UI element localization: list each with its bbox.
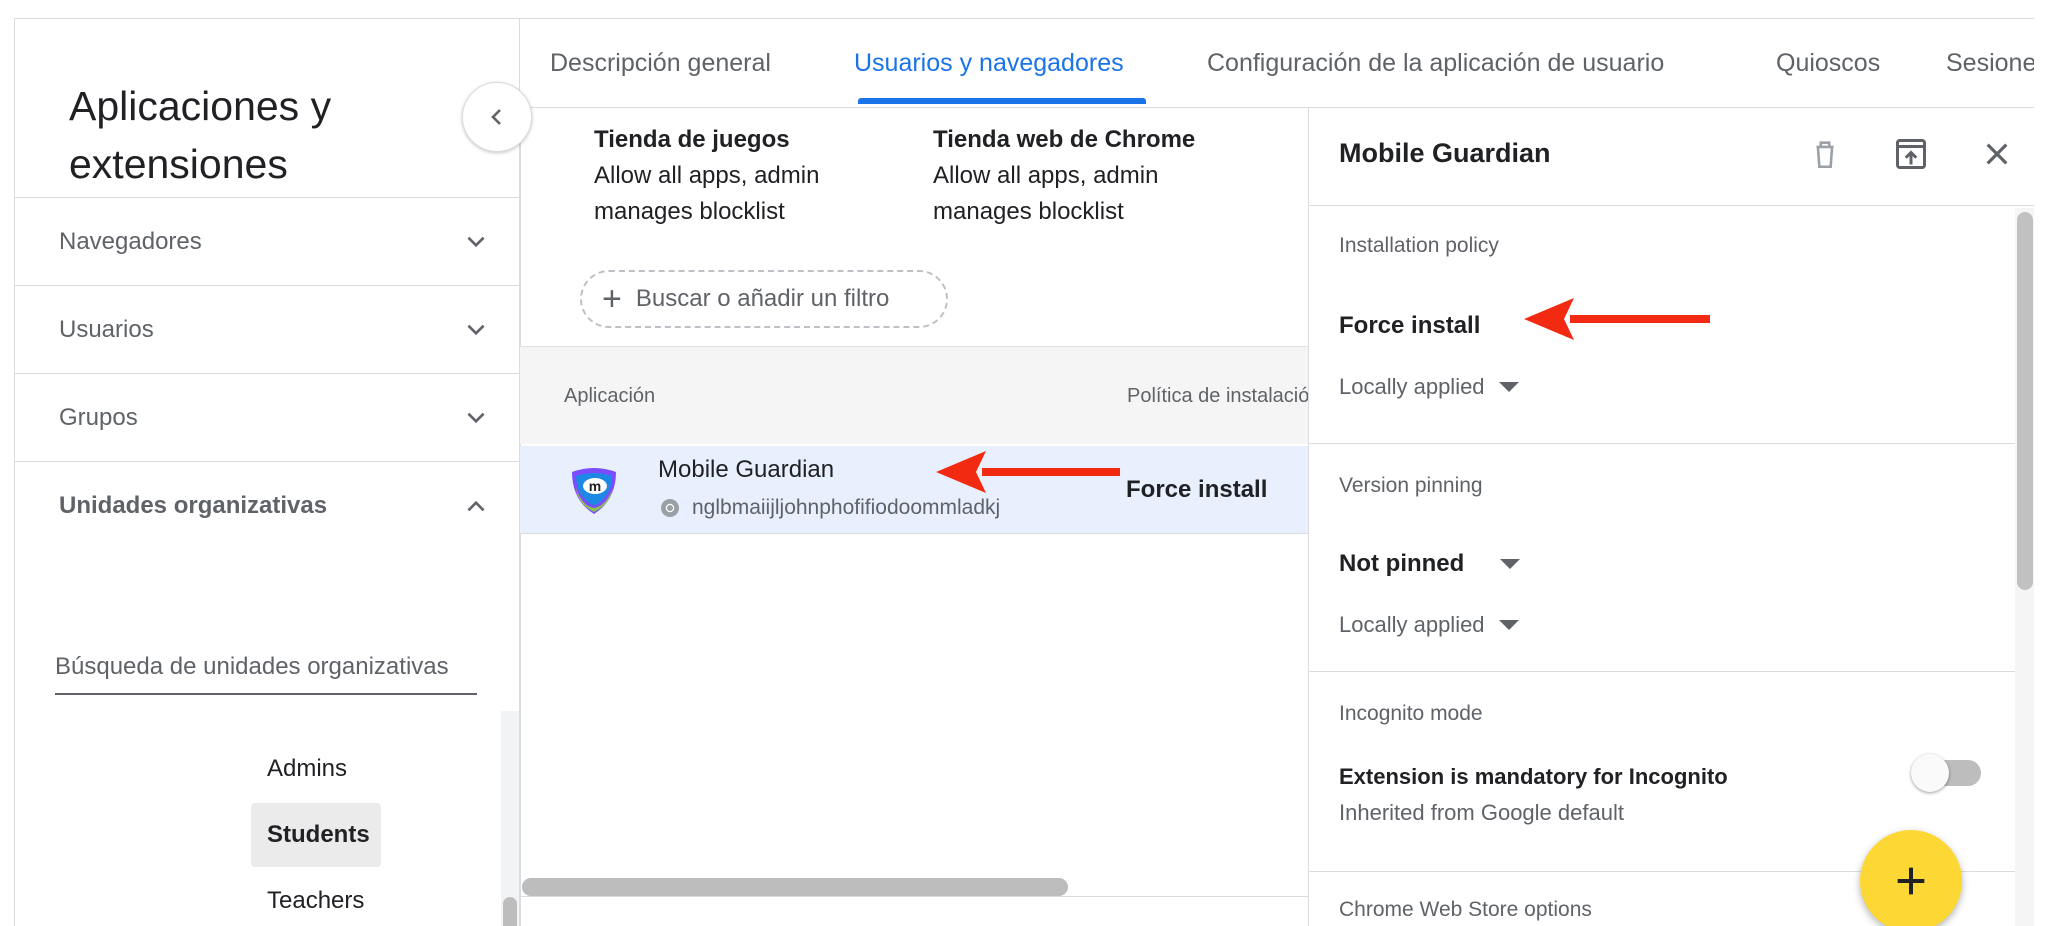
app-name: Mobile Guardian bbox=[658, 456, 835, 483]
svg-text:m: m bbox=[589, 478, 601, 494]
panel-header: Mobile Guardian bbox=[1309, 108, 2034, 206]
panel-title: Mobile Guardian bbox=[1339, 138, 1551, 168]
section-label: Version pinning bbox=[1339, 474, 1483, 497]
tab-sesiones[interactable]: Sesiones bbox=[1946, 19, 2034, 107]
tab-descripcion-general[interactable]: Descripción general bbox=[550, 19, 771, 107]
sidebar-section-label: Grupos bbox=[59, 403, 138, 431]
sidebar-section-label: Unidades organizativas bbox=[59, 491, 328, 519]
version-pinning-section: Version pinning Not pinned Locally appli… bbox=[1309, 444, 2017, 672]
sidebar-section-grupos[interactable]: Grupos bbox=[15, 373, 519, 461]
incognito-inheritance: Inherited from Google default bbox=[1339, 800, 1624, 825]
filter-label: Buscar o añadir un filtro bbox=[635, 285, 890, 312]
annotation-arrow-icon bbox=[1524, 298, 1710, 340]
app-details-panel: Mobile Guardian Installation policy Forc… bbox=[1308, 108, 2034, 926]
caret-down-icon bbox=[1500, 559, 1521, 569]
sidebar-scrollbar-track[interactable] bbox=[501, 711, 519, 926]
sidebar-section-usuarios[interactable]: Usuarios bbox=[15, 285, 519, 373]
table-header: Aplicación Política de instalación bbox=[520, 346, 1310, 444]
tab-usuarios-y-navegadores[interactable]: Usuarios y navegadores bbox=[854, 19, 1124, 107]
version-pinning-value: Not pinned bbox=[1339, 550, 1465, 577]
incognito-toggle[interactable] bbox=[1911, 754, 1981, 792]
tab-configuracion-aplicacion-usuario[interactable]: Configuración de la aplicación de usuari… bbox=[1207, 19, 1664, 107]
sidebar: Aplicaciones y extensiones Navegadores U… bbox=[14, 18, 520, 926]
sidebar-section-unidades-organizativas[interactable]: Unidades organizativas bbox=[15, 461, 519, 549]
delete-button[interactable] bbox=[1801, 130, 1849, 178]
app-logo-icon: m bbox=[572, 468, 616, 514]
ou-list: Admins Students Teachers bbox=[251, 737, 381, 926]
version-pinning-dropdown[interactable]: Not pinned bbox=[1339, 550, 1521, 578]
app-id: nglbmaiijljohnphofifiodoommladkj bbox=[692, 496, 1001, 519]
store-title: Tienda web de Chrome bbox=[933, 126, 1196, 153]
chevron-down-icon bbox=[467, 324, 485, 335]
store-summary-chrome-web-store: Tienda web de Chrome Allow all apps, adm… bbox=[933, 122, 1195, 230]
sidebar-scrollbar-thumb[interactable] bbox=[503, 897, 517, 926]
close-button[interactable] bbox=[1973, 130, 2021, 178]
sidebar-section-label: Usuarios bbox=[59, 315, 154, 343]
inheritance-label: Locally applied bbox=[1339, 612, 1485, 637]
installation-policy-value[interactable]: Force install bbox=[1339, 312, 1480, 340]
store-policy-line: Allow all apps, admin bbox=[933, 162, 1159, 189]
plus-icon bbox=[1897, 867, 1925, 895]
chevron-down-icon bbox=[467, 412, 485, 423]
incognito-setting-label: Extension is mandatory for Incognito bbox=[1339, 764, 1728, 789]
chevron-down-icon bbox=[467, 236, 485, 247]
chevron-up-icon bbox=[467, 500, 485, 511]
panel-scrollbar-thumb[interactable] bbox=[2017, 212, 2033, 590]
section-label: Incognito mode bbox=[1339, 702, 1483, 725]
store-policy-line: manages blocklist bbox=[594, 198, 785, 225]
horizontal-scrollbar-thumb[interactable] bbox=[522, 878, 1068, 896]
section-label: Installation policy bbox=[1339, 234, 1499, 257]
active-tab-indicator bbox=[858, 98, 1146, 104]
column-header-aplicacion[interactable]: Aplicación bbox=[564, 347, 655, 445]
caret-down-icon bbox=[1498, 620, 1519, 630]
page-title: Aplicaciones y extensiones bbox=[69, 83, 332, 187]
tab-quioscos[interactable]: Quioscos bbox=[1776, 19, 1880, 107]
table-row[interactable]: m Mobile Guardian nglbmaiijljohnphofifio… bbox=[520, 446, 1310, 534]
chrome-icon bbox=[661, 499, 679, 517]
close-icon bbox=[1986, 143, 2008, 165]
plus-icon: + bbox=[602, 280, 622, 318]
delete-icon bbox=[1816, 141, 1834, 169]
divider bbox=[520, 896, 1310, 897]
main-content: Tienda de juegos Allow all apps, admin m… bbox=[520, 108, 1310, 926]
ou-item-students[interactable]: Students bbox=[251, 803, 381, 867]
tab-bar: Descripción general Usuarios y navegador… bbox=[520, 18, 2034, 108]
inheritance-label: Locally applied bbox=[1339, 374, 1485, 399]
collapse-sidebar-button[interactable] bbox=[462, 82, 532, 152]
app-install-policy: Force install bbox=[1126, 476, 1268, 503]
column-header-politica[interactable]: Política de instalación bbox=[1127, 347, 1310, 445]
ou-search-input[interactable]: Búsqueda de unidades organizativas bbox=[55, 651, 477, 695]
store-title: Tienda de juegos bbox=[594, 126, 790, 153]
open-in-new-button[interactable] bbox=[1887, 130, 1935, 178]
add-app-button[interactable] bbox=[1860, 830, 1962, 926]
ou-item-teachers[interactable]: Teachers bbox=[251, 869, 381, 926]
annotation-arrow-icon bbox=[936, 451, 1120, 493]
section-label: Chrome Web Store options bbox=[1339, 898, 1592, 921]
chevron-left-icon bbox=[491, 109, 501, 125]
installation-inheritance-dropdown[interactable]: Locally applied bbox=[1339, 374, 1519, 400]
toggle-knob bbox=[1911, 754, 1949, 792]
version-inheritance-dropdown[interactable]: Locally applied bbox=[1339, 612, 1519, 638]
add-filter-button[interactable]: + Buscar o añadir un filtro bbox=[580, 270, 948, 328]
ou-item-admins[interactable]: Admins bbox=[251, 737, 381, 801]
caret-down-icon bbox=[1498, 382, 1519, 392]
sidebar-section-navegadores[interactable]: Navegadores bbox=[15, 197, 519, 285]
sidebar-section-label: Navegadores bbox=[59, 227, 202, 255]
store-policy-line: manages blocklist bbox=[933, 198, 1124, 225]
open-in-new-icon bbox=[1896, 139, 1926, 169]
store-policy-line: Allow all apps, admin bbox=[594, 162, 820, 189]
store-summary-play: Tienda de juegos Allow all apps, admin m… bbox=[594, 122, 819, 230]
